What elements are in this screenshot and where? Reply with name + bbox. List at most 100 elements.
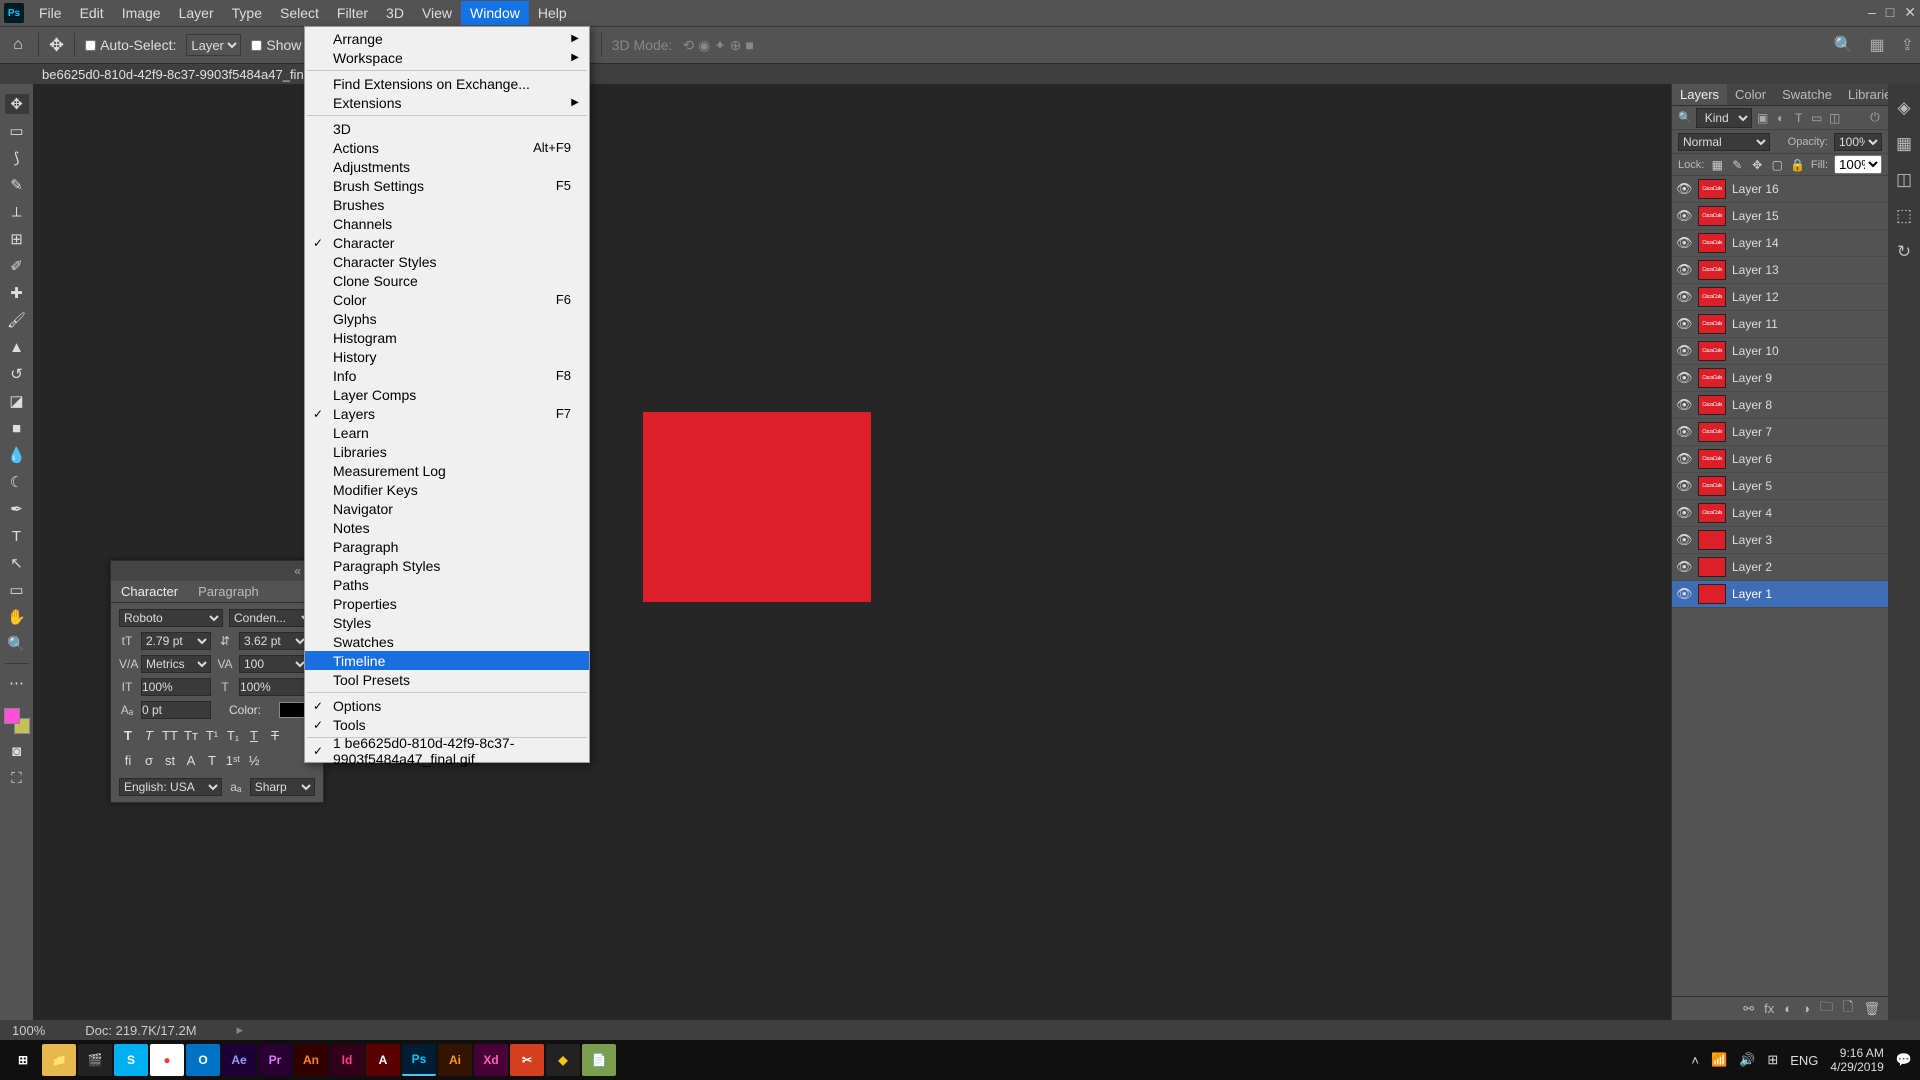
layer-row[interactable]: 👁Layer 1 <box>1672 581 1888 608</box>
grid-icon[interactable]: ▦ <box>1869 35 1884 55</box>
doc-size[interactable]: Doc: 219.7K/17.2M <box>85 1023 196 1038</box>
eyedropper-tool[interactable]: ✐ <box>5 256 29 276</box>
tray-notifications-icon[interactable]: 💬 <box>1896 1052 1912 1068</box>
visibility-icon[interactable]: 👁 <box>1676 235 1692 251</box>
link-layers-icon[interactable]: ⚯ <box>1743 1001 1754 1017</box>
tracking-input[interactable]: 100 <box>239 655 309 673</box>
opentype-fi[interactable]: fi <box>119 751 137 769</box>
menu-layer[interactable]: Layer <box>170 1 223 25</box>
menu-item-modifier-keys[interactable]: Modifier Keys <box>305 480 589 499</box>
type-tool[interactable]: T <box>5 526 29 546</box>
layer-row[interactable]: 👁Layer 8 <box>1672 392 1888 419</box>
taskbar-app[interactable]: Id <box>330 1044 364 1076</box>
layer-thumbnail[interactable] <box>1698 530 1726 550</box>
tray-clock[interactable]: 9:16 AM 4/29/2019 <box>1830 1046 1883 1074</box>
auto-select-target[interactable]: Layer <box>186 34 241 56</box>
menu-item-actions[interactable]: ActionsAlt+F9 <box>305 138 589 157</box>
layer-row[interactable]: 👁Layer 7 <box>1672 419 1888 446</box>
lock-icon[interactable]: 🔒 <box>1790 158 1804 172</box>
delete-layer-icon[interactable]: 🗑 <box>1863 1001 1880 1017</box>
layer-row[interactable]: 👁Layer 5 <box>1672 473 1888 500</box>
layer-name[interactable]: Layer 9 <box>1732 371 1772 385</box>
healing-tool[interactable]: ✚ <box>5 283 29 303</box>
layer-row[interactable]: 👁 Layer 2 <box>1672 554 1888 581</box>
lock-pixels-icon[interactable]: ▦ <box>1710 158 1724 172</box>
menu-item-paths[interactable]: Paths <box>305 575 589 594</box>
baseline-input[interactable] <box>141 701 211 719</box>
taskbar-app[interactable]: Xd <box>474 1044 508 1076</box>
font-size-input[interactable]: 2.79 pt <box>141 632 211 650</box>
layer-row[interactable]: 👁Layer 9 <box>1672 365 1888 392</box>
layer-row[interactable]: 👁Layer 13 <box>1672 257 1888 284</box>
visibility-icon[interactable]: 👁 <box>1676 559 1692 575</box>
taskbar-app[interactable]: ⊞ <box>6 1044 40 1076</box>
menu-item-character[interactable]: ✓Character <box>305 233 589 252</box>
layer-thumbnail[interactable] <box>1698 368 1726 388</box>
menu-item-swatches[interactable]: Swatches <box>305 632 589 651</box>
visibility-icon[interactable]: 👁 <box>1676 505 1692 521</box>
layer-thumbnail[interactable] <box>1698 314 1726 334</box>
panel-icon-1[interactable]: ◈ <box>1897 98 1910 118</box>
taskbar-app[interactable]: ● <box>150 1044 184 1076</box>
menu-item-layers[interactable]: ✓LayersF7 <box>305 404 589 423</box>
opentype-half[interactable]: ½ <box>245 751 263 769</box>
menu-item-find-extensions-on-exchange-[interactable]: Find Extensions on Exchange... <box>305 74 589 93</box>
layer-row[interactable]: 👁Layer 3 <box>1672 527 1888 554</box>
menu-item-styles[interactable]: Styles <box>305 613 589 632</box>
panel-icon-4[interactable]: ⬚ <box>1896 206 1912 226</box>
blur-tool[interactable]: 💧 <box>5 445 29 465</box>
layer-name[interactable]: Layer 5 <box>1732 479 1772 493</box>
share-icon[interactable]: ⇪ <box>1901 35 1914 55</box>
filter-smart-icon[interactable]: ◫ <box>1828 111 1842 125</box>
tray-wifi-icon[interactable]: 📶 <box>1711 1052 1727 1068</box>
menu-item-tools[interactable]: ✓Tools <box>305 715 589 734</box>
crop-tool[interactable]: ⟂ <box>5 202 29 222</box>
taskbar-app[interactable]: Ai <box>438 1044 472 1076</box>
taskbar-app[interactable]: Ps <box>402 1044 436 1076</box>
group-icon[interactable]: 🗀 <box>1820 998 1833 1020</box>
menu-item-extensions[interactable]: Extensions▶ <box>305 93 589 112</box>
layer-name[interactable]: Layer 8 <box>1732 398 1772 412</box>
menu-item-navigator[interactable]: Navigator <box>305 499 589 518</box>
layer-mask-icon[interactable]: ◐ <box>1784 1001 1792 1016</box>
layer-filter-kind[interactable]: Kind <box>1696 108 1752 128</box>
tray-chevron-icon[interactable]: ˄ <box>1691 1053 1699 1068</box>
layer-row[interactable]: 👁Layer 10 <box>1672 338 1888 365</box>
panel-icon-3[interactable]: ◫ <box>1896 170 1912 190</box>
layer-name[interactable]: Layer 2 <box>1732 560 1772 574</box>
visibility-icon[interactable]: 👁 <box>1676 262 1692 278</box>
menu-item-histogram[interactable]: Histogram <box>305 328 589 347</box>
menu-item-layer-comps[interactable]: Layer Comps <box>305 385 589 404</box>
menu-item-libraries[interactable]: Libraries <box>305 442 589 461</box>
marquee-tool[interactable]: ▭ <box>5 121 29 141</box>
taskbar-app[interactable]: Ae <box>222 1044 256 1076</box>
fill-input[interactable]: 100% <box>1834 155 1882 174</box>
taskbar-app[interactable]: 🎬 <box>78 1044 112 1076</box>
menu-item-paragraph[interactable]: Paragraph <box>305 537 589 556</box>
layer-name[interactable]: Layer 12 <box>1732 290 1779 304</box>
taskbar-app[interactable]: ◆ <box>546 1044 580 1076</box>
move-tool-icon[interactable]: ✥ <box>49 35 64 56</box>
layer-row[interactable]: 👁Layer 16 <box>1672 176 1888 203</box>
layer-thumbnail[interactable] <box>1698 260 1726 280</box>
opacity-input[interactable]: 100% <box>1834 133 1882 151</box>
layer-thumbnail[interactable] <box>1698 476 1726 496</box>
panel-icon-5[interactable]: ↻ <box>1897 242 1911 262</box>
quickmask-tool[interactable]: ◙ <box>5 741 29 761</box>
subscript-button[interactable]: T₁ <box>224 726 242 744</box>
pen-tool[interactable]: ✒ <box>5 499 29 519</box>
layer-name[interactable]: Layer 4 <box>1732 506 1772 520</box>
menu-item-channels[interactable]: Channels <box>305 214 589 233</box>
character-panel[interactable]: «✕ Character Paragraph ≡ Roboto Conden..… <box>110 560 324 803</box>
layer-thumbnail[interactable] <box>1698 179 1726 199</box>
blend-mode-select[interactable]: Normal <box>1678 133 1770 151</box>
layer-row[interactable]: 👁 Layer 4 <box>1672 500 1888 527</box>
path-tool[interactable]: ↖ <box>5 553 29 573</box>
menu-item-arrange[interactable]: Arrange▶ <box>305 29 589 48</box>
rectangle-tool[interactable]: ▭ <box>5 580 29 600</box>
tab-color[interactable]: Color <box>1727 84 1774 105</box>
tray-lang[interactable]: ENG <box>1790 1053 1818 1068</box>
taskbar-app[interactable]: S <box>114 1044 148 1076</box>
layer-name[interactable]: Layer 1 <box>1732 587 1772 601</box>
frame-tool[interactable]: ⊞ <box>5 229 29 249</box>
